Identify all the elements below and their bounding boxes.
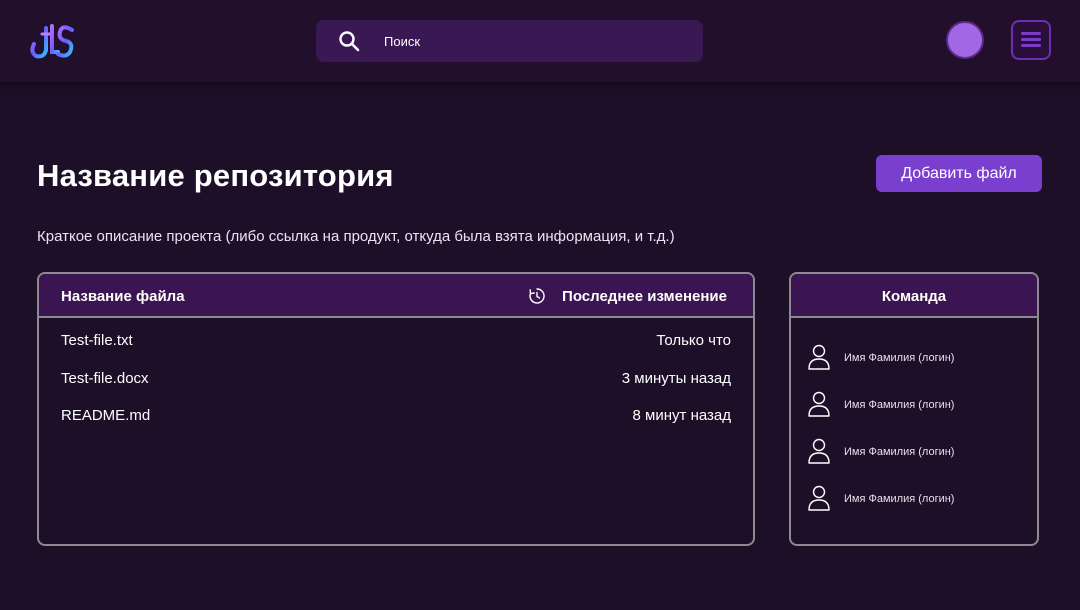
files-table: Название файла Последнее изменение Test-…: [37, 272, 755, 546]
files-table-header: Название файла Последнее изменение: [39, 274, 753, 318]
file-name[interactable]: Test-file.txt: [61, 332, 133, 349]
search-bar[interactable]: [316, 20, 703, 62]
user-icon: [808, 485, 830, 511]
team-member[interactable]: Имя Фамилия (логин): [807, 438, 1027, 466]
file-modified-time: 3 минуты назад: [621, 370, 731, 387]
file-row[interactable]: Test-file.docx 3 минуты назад: [61, 370, 731, 390]
team-member[interactable]: Имя Фамилия (логин): [807, 344, 1027, 372]
team-panel-header: Команда: [791, 274, 1037, 318]
column-header-filename[interactable]: Название файла: [61, 288, 185, 305]
column-header-last-change[interactable]: Последнее изменение: [562, 288, 727, 305]
file-name[interactable]: README.md: [61, 407, 150, 424]
user-avatar[interactable]: [946, 21, 984, 59]
top-bar: [0, 0, 1080, 82]
file-row[interactable]: README.md 8 минут назад: [61, 407, 731, 427]
user-icon: [808, 391, 830, 417]
search-icon[interactable]: [338, 30, 360, 52]
team-panel: Команда Имя Фамилия (логин) Имя Фамилия …: [789, 272, 1039, 546]
file-modified-time: 8 минут назад: [632, 407, 731, 424]
user-icon: [808, 438, 830, 464]
team-member[interactable]: Имя Фамилия (логин): [807, 391, 1027, 419]
menu-button[interactable]: [1011, 20, 1051, 60]
team-member-name: Имя Фамилия (логин): [844, 446, 955, 458]
search-input[interactable]: [384, 20, 684, 62]
user-icon: [808, 344, 830, 370]
team-member-name: Имя Фамилия (логин): [844, 493, 955, 505]
team-member-name: Имя Фамилия (логин): [844, 352, 955, 364]
file-row[interactable]: Test-file.txt Только что: [61, 332, 731, 352]
add-file-button[interactable]: Добавить файл: [876, 155, 1042, 192]
file-modified-time: Только что: [656, 332, 731, 349]
team-member[interactable]: Имя Фамилия (логин): [807, 485, 1027, 513]
logo-icon[interactable]: [28, 22, 76, 60]
team-title: Команда: [881, 288, 947, 305]
team-member-name: Имя Фамилия (логин): [844, 399, 955, 411]
repository-description: Краткое описание проекта (либо ссылка на…: [37, 228, 675, 245]
file-name[interactable]: Test-file.docx: [61, 370, 149, 387]
repository-title: Название репозитория: [37, 158, 394, 193]
hamburger-menu-icon: [1021, 32, 1041, 35]
history-icon: [529, 288, 545, 304]
